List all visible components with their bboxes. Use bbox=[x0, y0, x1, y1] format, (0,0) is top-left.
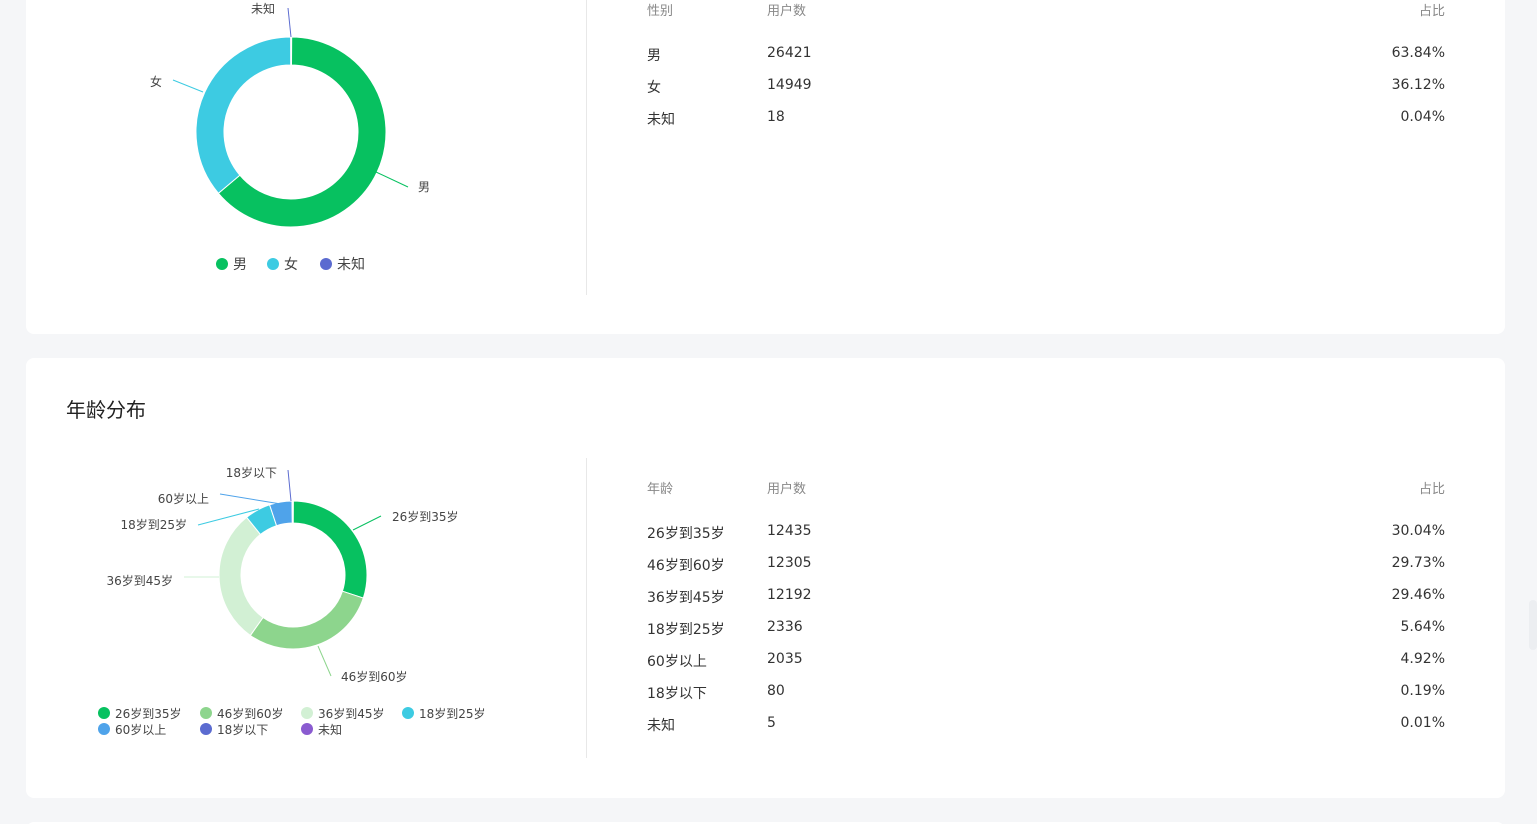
age-slice-label: 36岁到45岁 bbox=[106, 573, 173, 588]
age-cell: 30.04% bbox=[1391, 523, 1445, 539]
age-cell: 5.64% bbox=[1400, 619, 1445, 635]
table-row: 男 26421 63.84% bbox=[647, 45, 1445, 65]
age-legend-marker[interactable] bbox=[301, 723, 313, 735]
age-cell: 29.73% bbox=[1391, 555, 1445, 571]
age-legend-marker[interactable] bbox=[98, 723, 110, 735]
age-cell: 26岁到35岁 bbox=[647, 526, 725, 542]
gender-cell: 女 bbox=[647, 80, 661, 96]
age-header-cell: 占比 bbox=[1418, 482, 1445, 497]
age-cell: 12305 bbox=[767, 555, 812, 571]
gender-slice[interactable] bbox=[290, 36, 293, 66]
gender-legend-marker[interactable] bbox=[320, 258, 332, 270]
gender-legend-marker[interactable] bbox=[267, 258, 279, 270]
table-row: 36岁到45岁 12192 29.46% bbox=[647, 587, 1445, 607]
age-legend-marker[interactable] bbox=[200, 723, 212, 735]
gender-slice[interactable] bbox=[195, 36, 292, 195]
gender-card: 男女未知男女未知 性别 用户数 占比男 26421 63.84% 女 14949 36.12%… bbox=[26, 0, 1505, 334]
age-label-line bbox=[352, 515, 382, 531]
gender-cell: 36.12% bbox=[1391, 77, 1445, 93]
gender-label-line bbox=[375, 171, 409, 188]
age-cell: 0.19% bbox=[1400, 683, 1445, 699]
gender-legend-label[interactable]: 未知 bbox=[337, 256, 365, 273]
table-row: 女 14949 36.12% bbox=[647, 77, 1445, 97]
age-legend-label[interactable]: 60岁以上 bbox=[115, 722, 166, 737]
table-row: 18岁到25岁 2336 5.64% bbox=[647, 619, 1445, 639]
gender-cell: 18 bbox=[767, 109, 785, 125]
age-cell: 18岁到25岁 bbox=[647, 622, 725, 638]
gender-cell: 63.84% bbox=[1391, 45, 1445, 61]
age-header-cell: 年龄 bbox=[647, 482, 674, 497]
gender-legend-label[interactable]: 女 bbox=[284, 256, 298, 273]
age-slice-label: 26岁到35岁 bbox=[392, 509, 459, 524]
gender-divider bbox=[586, 0, 587, 295]
age-cell: 12435 bbox=[767, 523, 812, 539]
gender-table-header: 性别 用户数 占比 bbox=[647, 0, 1445, 20]
age-cell: 2336 bbox=[767, 619, 803, 635]
age-cell: 18岁以下 bbox=[647, 686, 707, 702]
table-row: 26岁到35岁 12435 30.04% bbox=[647, 523, 1445, 543]
gender-legend-label[interactable]: 男 bbox=[233, 257, 247, 273]
age-legend-label[interactable]: 26岁到35岁 bbox=[115, 706, 182, 721]
gender-label-line bbox=[287, 7, 292, 38]
age-cell: 36岁到45岁 bbox=[647, 590, 725, 606]
age-cell: 2035 bbox=[767, 651, 803, 667]
table-row: 未知 18 0.04% bbox=[647, 109, 1445, 129]
age-label-line bbox=[317, 645, 332, 677]
gender-slice-label: 男 bbox=[418, 180, 430, 194]
age-slice-label: 18岁到25岁 bbox=[120, 517, 187, 532]
gender-label-line bbox=[172, 79, 204, 93]
gender-header-cell: 用户数 bbox=[767, 4, 807, 19]
age-label-line bbox=[219, 493, 282, 505]
gender-cell: 14949 bbox=[767, 77, 812, 93]
age-legend-marker[interactable] bbox=[402, 707, 414, 719]
table-row: 46岁到60岁 12305 29.73% bbox=[647, 555, 1445, 575]
age-slice-label: 46岁到60岁 bbox=[341, 669, 408, 684]
gender-cell: 26421 bbox=[767, 45, 812, 61]
table-row: 60岁以上 2035 4.92% bbox=[647, 651, 1445, 671]
gender-slice-label: 未知 bbox=[251, 2, 275, 16]
age-card: 年龄分布 26岁到35岁 46岁到60岁 36岁到45岁 18岁到25岁 60岁以上 18… bbox=[26, 358, 1505, 798]
age-slice-label: 18岁以下 bbox=[226, 465, 277, 480]
age-legend-marker[interactable] bbox=[98, 707, 110, 719]
age-legend-marker[interactable] bbox=[301, 707, 313, 719]
age-cell: 4.92% bbox=[1400, 651, 1445, 667]
age-cell: 80 bbox=[767, 683, 785, 699]
age-cell: 60岁以上 bbox=[647, 654, 707, 670]
age-divider bbox=[586, 458, 587, 758]
table-row: 未知 5 0.01% bbox=[647, 715, 1445, 735]
age-cell: 未知 bbox=[647, 718, 675, 734]
age-donut-chart: 26岁到35岁 46岁到60岁 36岁到45岁 18岁到25岁 60岁以上 18岁以下 26… bbox=[98, 465, 486, 737]
table-row: 18岁以下 80 0.19% bbox=[647, 683, 1445, 703]
age-cell: 46岁到60岁 bbox=[647, 558, 725, 574]
age-legend-label[interactable]: 18岁以下 bbox=[217, 722, 268, 737]
age-legend-marker[interactable] bbox=[200, 707, 212, 719]
gender-header-cell: 占比 bbox=[1418, 4, 1445, 19]
age-cell: 0.01% bbox=[1400, 715, 1445, 731]
gender-header-cell: 性别 bbox=[647, 4, 674, 19]
gender-cell: 男 bbox=[647, 48, 661, 64]
scrollbar[interactable] bbox=[1529, 600, 1537, 650]
age-legend-label[interactable]: 36岁到45岁 bbox=[318, 706, 385, 721]
age-slice-label: 60岁以上 bbox=[158, 491, 209, 506]
gender-cell: 0.04% bbox=[1400, 109, 1445, 125]
gender-cell: 未知 bbox=[647, 112, 675, 128]
gender-slice-label: 女 bbox=[150, 74, 162, 89]
gender-donut-chart: 男女未知男女未知 bbox=[150, 2, 430, 273]
age-label-line bbox=[287, 469, 292, 502]
age-cell: 5 bbox=[767, 715, 776, 731]
age-legend-label[interactable]: 18岁到25岁 bbox=[419, 706, 486, 721]
age-cell: 29.46% bbox=[1391, 587, 1445, 603]
age-slice[interactable] bbox=[249, 590, 364, 650]
age-legend-label[interactable]: 46岁到60岁 bbox=[217, 706, 284, 721]
age-table-header: 年龄 用户数 占比 bbox=[647, 478, 1445, 498]
age-slice[interactable] bbox=[292, 500, 368, 599]
age-cell: 12192 bbox=[767, 587, 812, 603]
age-header-cell: 用户数 bbox=[767, 482, 807, 497]
age-slice[interactable] bbox=[218, 516, 264, 637]
gender-legend-marker[interactable] bbox=[216, 258, 228, 270]
age-legend-label[interactable]: 未知 bbox=[318, 723, 342, 737]
